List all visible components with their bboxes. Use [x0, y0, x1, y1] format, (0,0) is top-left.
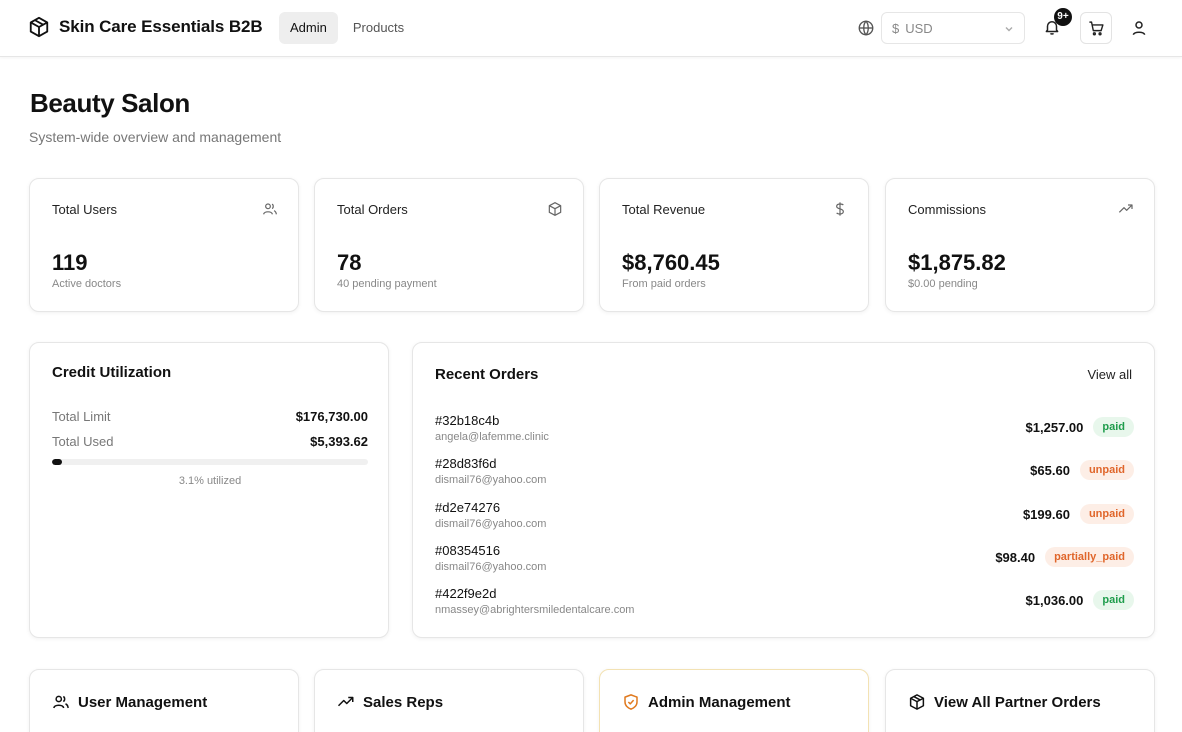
order-amount-status: $1,036.00 paid — [1026, 590, 1134, 610]
status-badge: unpaid — [1079, 460, 1134, 480]
status-badge: partially_paid — [1045, 547, 1134, 567]
order-id: #28d83f6d — [435, 456, 497, 471]
credit-title: Credit Utilization — [52, 364, 172, 381]
admin-management-card[interactable]: Admin Management — [599, 669, 869, 732]
stat-value: $8,760.45 — [622, 250, 720, 275]
total-used-value: $5,393.62 — [310, 434, 368, 449]
credit-utilized-caption: 3.1% utilized — [178, 475, 242, 487]
order-amount-status: $98.40 partially_paid — [995, 547, 1134, 567]
order-row[interactable]: #28d83f6d dismail76@yahoo.com $65.60 unp… — [435, 456, 1134, 492]
tab-products[interactable]: Products — [342, 12, 415, 44]
stat-subtext: 40 pending payment — [337, 278, 437, 290]
stat-label: Total Orders — [337, 202, 408, 217]
order-email: nmassey@abrightersmiledentalcare.com — [435, 604, 635, 616]
shield-icon — [624, 694, 638, 710]
credit-total-used-row: Total Used $5,393.62 — [52, 434, 368, 449]
order-id: #422f9e2d — [435, 586, 497, 601]
nav-card-title: View All Partner Orders — [908, 693, 1101, 711]
credit-progress-bar — [52, 459, 368, 465]
order-row[interactable]: #422f9e2d nmassey@abrightersmiledentalca… — [435, 586, 1134, 622]
nav-card-title: Sales Reps — [337, 693, 443, 711]
order-id: #08354516 — [435, 543, 501, 558]
order-row[interactable]: #32b18c4b angela@lafemme.clinic $1,257.0… — [435, 413, 1134, 449]
cart-icon — [1088, 20, 1104, 35]
top-navigation-bar: Skin Care Essentials B2B Admin Products … — [0, 0, 1182, 57]
order-amount-status: $65.60 unpaid — [1030, 460, 1134, 480]
stat-value: 119 — [52, 250, 88, 275]
brand-title: Skin Care Essentials B2B — [59, 17, 263, 36]
page-subtitle: System-wide overview and management — [29, 129, 282, 145]
notification-badge: 9+ — [1054, 8, 1072, 26]
order-amount: $98.40 — [995, 549, 1036, 565]
users-icon — [263, 203, 277, 215]
sales-reps-card[interactable]: Sales Reps — [314, 669, 584, 732]
stat-label: Commissions — [908, 202, 987, 217]
user-icon[interactable] — [1130, 19, 1148, 37]
recent-orders-card: Recent Orders View all #32b18c4b angela@… — [412, 342, 1155, 638]
total-limit-value: $176,730.00 — [295, 409, 368, 424]
nav-card-label: Sales Reps — [363, 693, 444, 711]
trending-up-icon — [1118, 204, 1133, 213]
package-icon — [29, 16, 49, 38]
stat-card-commissions: Commissions $1,875.82 $0.00 pending — [885, 178, 1155, 312]
stat-subtext: $0.00 pending — [908, 278, 978, 290]
order-email: angela@lafemme.clinic — [435, 431, 549, 443]
credit-progress-fill — [52, 459, 62, 465]
nav-card-label: User Management — [78, 693, 208, 711]
cart-button[interactable] — [1080, 12, 1112, 44]
order-id: #d2e74276 — [435, 500, 501, 515]
users-icon — [53, 695, 69, 709]
brand[interactable]: Skin Care Essentials B2B — [28, 16, 263, 38]
order-email: dismail76@yahoo.com — [435, 474, 547, 486]
stat-value: $1,875.82 — [908, 250, 1006, 275]
package-icon — [548, 202, 562, 216]
nav-card-label: View All Partner Orders — [934, 693, 1101, 711]
order-amount: $1,036.00 — [1025, 592, 1084, 608]
stat-card-total-orders: Total Orders 78 40 pending payment — [314, 178, 584, 312]
status-badge: paid — [1093, 417, 1134, 437]
nav-card-title: User Management — [52, 693, 207, 711]
status-badge: paid — [1093, 590, 1134, 610]
order-amount: $1,257.00 — [1025, 419, 1084, 435]
credit-total-limit-row: Total Limit $176,730.00 — [52, 409, 368, 424]
order-amount: $199.60 — [1022, 506, 1070, 522]
status-badge: unpaid — [1079, 504, 1134, 524]
dollar-icon — [836, 202, 844, 216]
recent-orders-title: Recent Orders — [435, 366, 539, 383]
view-all-link[interactable]: View all — [1087, 367, 1132, 382]
stat-subtext: From paid orders — [622, 278, 706, 290]
page-title: Beauty Salon — [30, 88, 190, 118]
order-amount: $65.60 — [1030, 462, 1070, 478]
trending-up-icon — [337, 696, 354, 707]
nav-card-label: Admin Management — [648, 693, 791, 711]
chevron-down-icon — [1005, 27, 1013, 32]
stat-label: Total Revenue — [622, 202, 706, 217]
user-management-card[interactable]: User Management — [29, 669, 299, 732]
stat-label: Total Users — [52, 202, 118, 217]
order-email: dismail76@yahoo.com — [435, 561, 547, 573]
stat-subtext: Active doctors — [52, 278, 122, 290]
currency-select[interactable]: $ USD — [881, 12, 1025, 44]
nav-card-title: Admin Management — [622, 693, 791, 711]
partner-orders-card[interactable]: View All Partner Orders — [885, 669, 1155, 732]
stat-card-total-users: Total Users 119 Active doctors — [29, 178, 299, 312]
order-amount-status: $1,257.00 paid — [1026, 417, 1134, 437]
currency-value: USD — [905, 20, 933, 36]
globe-icon[interactable] — [857, 19, 875, 37]
order-amount-status: $199.60 unpaid — [1023, 504, 1134, 524]
main-nav: Admin Products — [279, 12, 415, 44]
stat-value: 78 — [337, 250, 362, 275]
package-icon — [909, 694, 925, 710]
total-used-label: Total Used — [52, 434, 114, 449]
order-id: #32b18c4b — [435, 413, 500, 428]
order-row[interactable]: #d2e74276 dismail76@yahoo.com $199.60 un… — [435, 500, 1134, 536]
credit-utilization-card: Credit Utilization Total Limit $176,730.… — [29, 342, 389, 638]
order-row[interactable]: #08354516 dismail76@yahoo.com $98.40 par… — [435, 543, 1134, 579]
currency-symbol: $ — [892, 20, 900, 36]
total-limit-label: Total Limit — [52, 409, 111, 424]
order-email: dismail76@yahoo.com — [435, 518, 547, 530]
tab-admin[interactable]: Admin — [279, 12, 338, 44]
stat-card-total-revenue: Total Revenue $8,760.45 From paid orders — [599, 178, 869, 312]
